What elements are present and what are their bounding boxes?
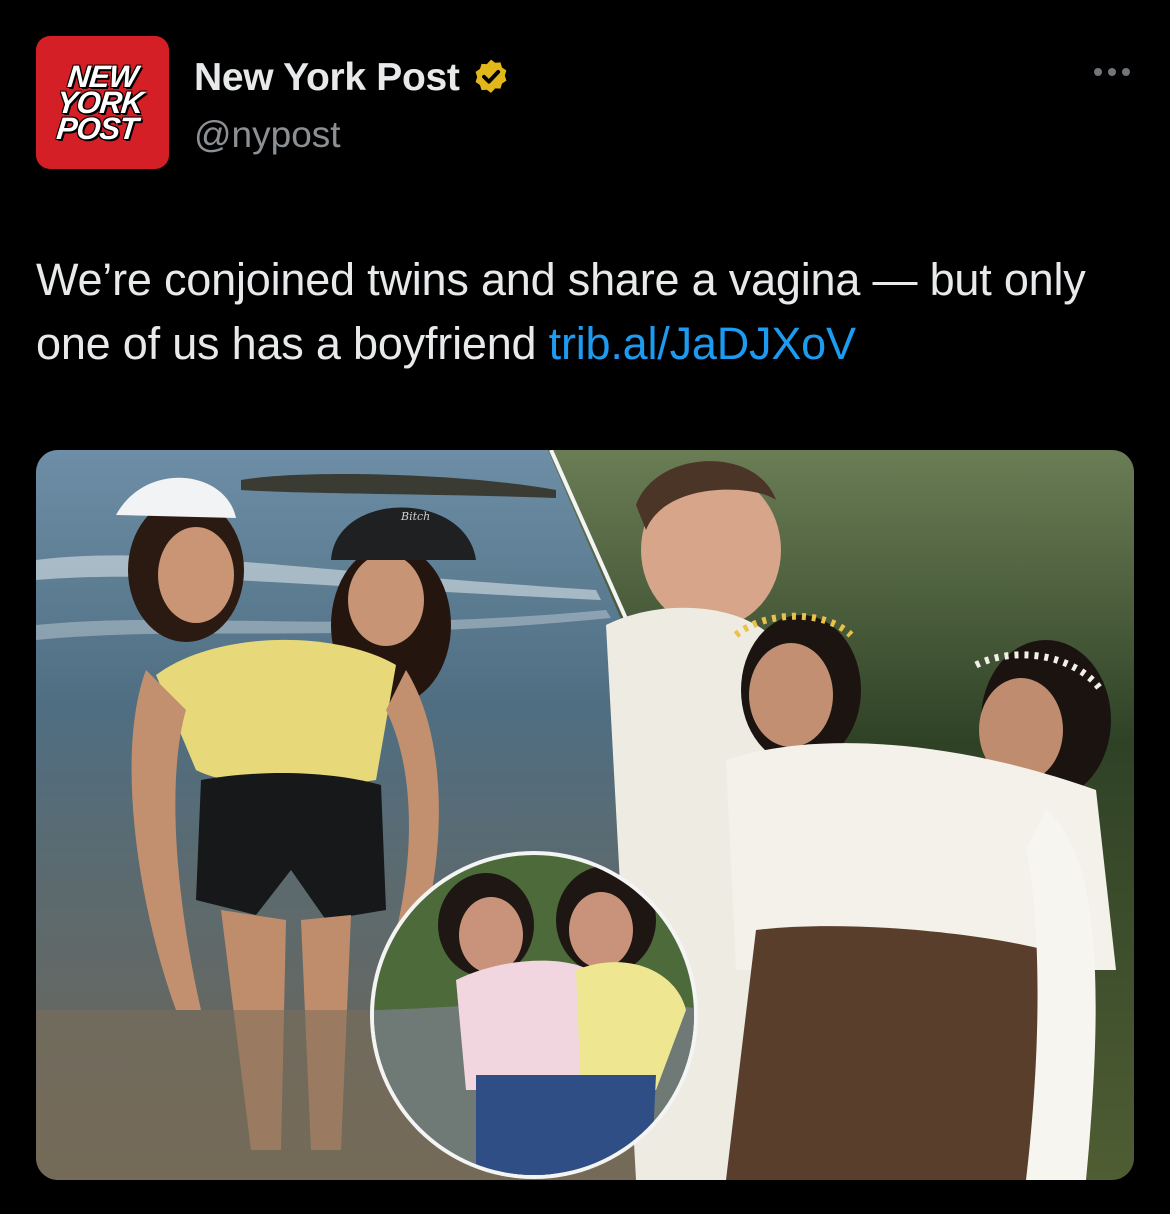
nypost-logo: NEW YORK POST [54,58,145,146]
collage-photo: Bitch [36,450,1134,1180]
account-names: New York Post @nypost [194,56,512,156]
tweet-text: We’re conjoined twins and share a vagina… [36,248,1146,376]
face [158,527,234,623]
dot [1108,68,1116,76]
dot [1094,68,1102,76]
face [348,554,424,646]
more-options-icon[interactable] [1094,68,1130,76]
face [749,643,833,747]
tweet-header: NEW YORK POST New York Post @nypost [36,36,1134,170]
dot [1122,68,1130,76]
account-handle[interactable]: @nypost [194,114,512,156]
verified-badge-icon[interactable] [470,57,512,99]
tweet-media-image[interactable]: Bitch [36,450,1134,1180]
avatar[interactable]: NEW YORK POST [36,36,169,169]
hat-text: Bitch [400,510,430,523]
display-name-row: New York Post [194,56,512,100]
display-name[interactable]: New York Post [194,56,460,100]
tweet-link[interactable]: trib.al/JaDJXoV [549,318,856,369]
